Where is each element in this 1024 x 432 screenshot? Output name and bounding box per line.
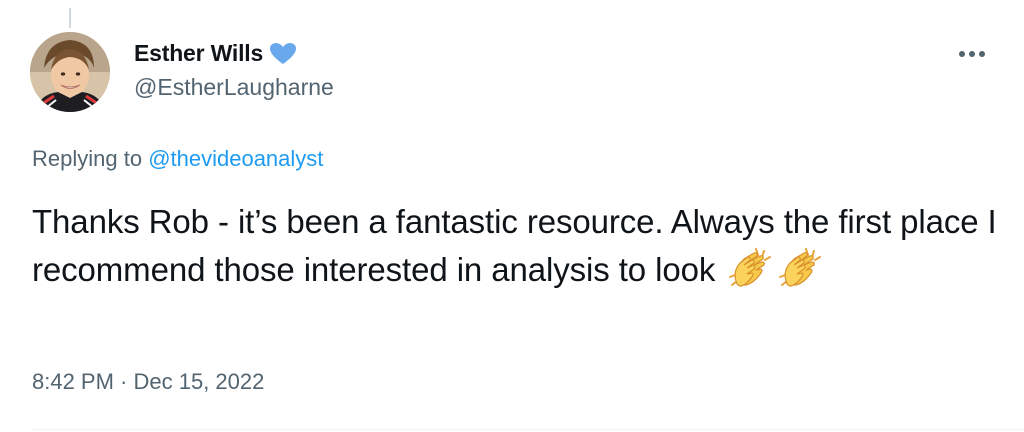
- tweet-body: Thanks Rob - it’s been a fantastic resou…: [32, 203, 997, 288]
- clapping-hands-emoji: [776, 247, 824, 291]
- tweet-timestamp[interactable]: 8:42 PM · Dec 15, 2022: [32, 369, 264, 395]
- tweet-text: Thanks Rob - it’s been a fantastic resou…: [32, 198, 1007, 294]
- profile-photo: [30, 32, 110, 112]
- more-options-button[interactable]: [954, 42, 990, 66]
- avatar[interactable]: [30, 32, 110, 112]
- more-horizontal-icon: [959, 51, 985, 57]
- thread-connector-line: [69, 8, 71, 28]
- divider: [32, 429, 1024, 430]
- replying-to: Replying to @thevideoanalyst: [32, 146, 323, 172]
- author-display-name[interactable]: Esther Wills: [134, 40, 263, 67]
- reply-mention-link[interactable]: @thevideoanalyst: [148, 146, 323, 171]
- author-handle[interactable]: @EstherLaugharne: [134, 74, 334, 101]
- replying-to-label: Replying to: [32, 146, 149, 171]
- verified-heart-icon: [269, 42, 297, 66]
- tweet-author: Esther Wills @EstherLaugharne: [134, 40, 334, 101]
- author-name-row[interactable]: Esther Wills: [134, 40, 334, 67]
- clapping-hands-emoji: [726, 247, 774, 291]
